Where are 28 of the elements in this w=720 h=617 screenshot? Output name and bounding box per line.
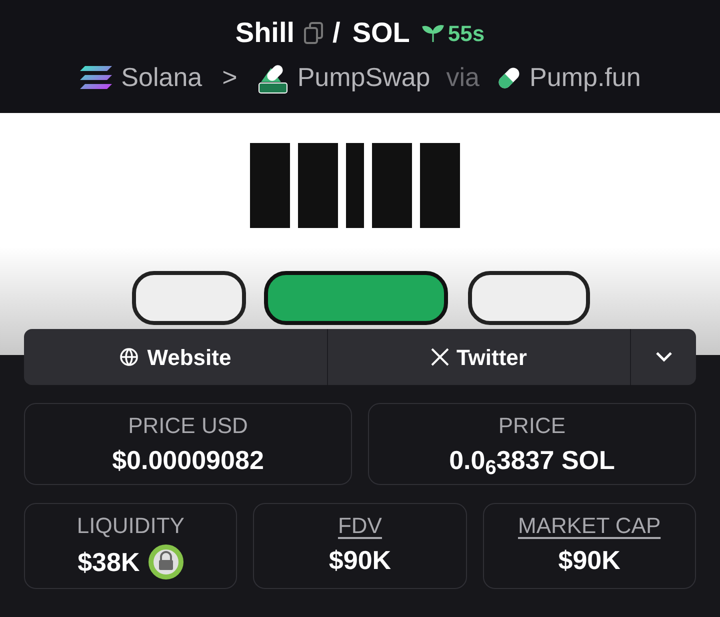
x-logo-icon (430, 348, 448, 366)
stat-label: PRICE (498, 412, 566, 440)
globe-icon (119, 347, 140, 367)
launchpad-link[interactable]: Pump.fun (530, 58, 641, 97)
stat-value: $0.00009082 (112, 444, 264, 476)
stat-label: PRICE USD (128, 412, 248, 440)
lock-icon (148, 544, 184, 580)
pair-age: 55s (448, 20, 485, 48)
sprout-icon (422, 23, 444, 43)
breadcrumb-separator: > (222, 61, 238, 94)
stat-label: FDV (338, 512, 382, 540)
stat-value: $90K (558, 544, 620, 576)
twitter-button[interactable]: Twitter (326, 329, 630, 385)
chain-link[interactable]: Solana (121, 58, 202, 97)
stat-label: MARKET CAP (518, 512, 661, 540)
website-button[interactable]: Website (24, 329, 326, 385)
stat-value: 0.0$_{6}$3837 SOL (449, 444, 615, 476)
stat-value: $90K (328, 544, 392, 576)
solana-logo-icon (79, 64, 114, 90)
stat-value: $38K (78, 546, 140, 578)
via-text: via (446, 61, 480, 94)
pair-separator: / (332, 16, 340, 50)
quote-symbol: SOL (352, 16, 410, 50)
copy-icon[interactable] (302, 21, 325, 45)
chevron-down-icon (654, 351, 672, 363)
stat-label: LIQUIDITY (76, 512, 184, 540)
dex-link[interactable]: PumpSwap (297, 58, 430, 97)
token-symbol: Shill (235, 16, 295, 50)
